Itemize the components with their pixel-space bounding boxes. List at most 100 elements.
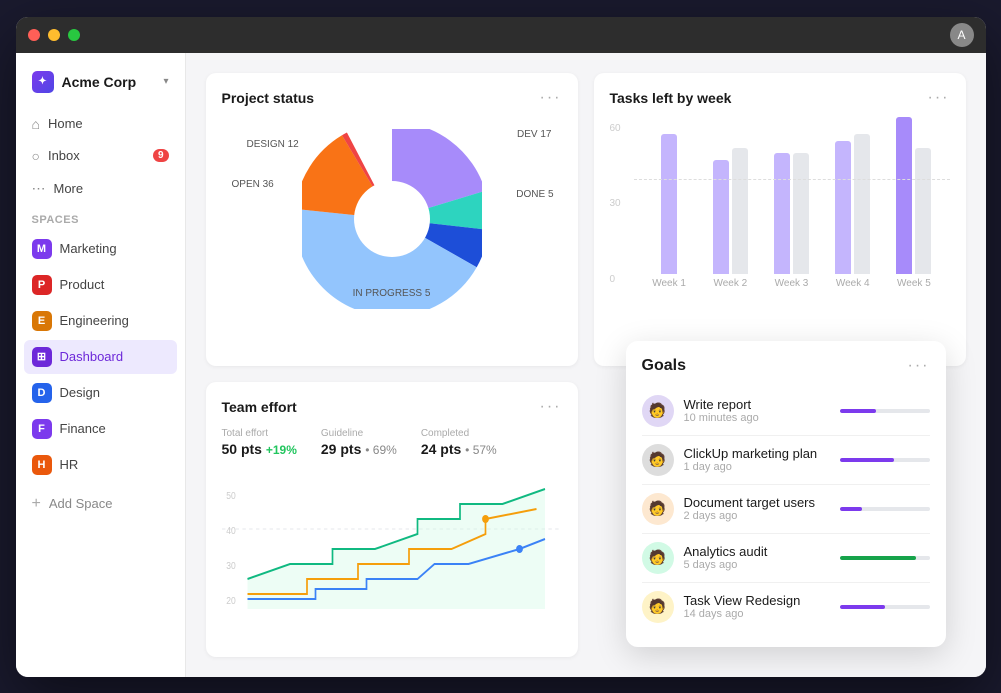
space-label: Marketing <box>60 241 117 256</box>
goal-info-2: Document target users 2 days ago <box>684 495 830 522</box>
sidebar-item-engineering[interactable]: E Engineering <box>24 304 177 338</box>
sidebar-item-product[interactable]: P Product <box>24 268 177 302</box>
project-status-title: Project status <box>222 90 315 106</box>
app-window: A ✦ Acme Corp ▾ ⌂ Home ○ Inbox 9 ⋯ More <box>16 17 986 677</box>
stat-value: 24 pts • 57% <box>421 441 497 457</box>
bar-label: Week 2 <box>713 278 747 289</box>
bars <box>713 148 748 274</box>
goals-more-button[interactable]: ··· <box>908 357 930 375</box>
sidebar-item-more[interactable]: ⋯ More <box>24 173 177 204</box>
pie-chart-container: DEV 17 DONE 5 IN PROGRESS 5 OPEN 36 DESI… <box>222 119 562 319</box>
space-icon-marketing: M <box>32 239 52 259</box>
sidebar-item-home[interactable]: ⌂ Home <box>24 109 177 139</box>
space-label: Finance <box>60 421 106 436</box>
pie-label-done: DONE 5 <box>516 189 553 200</box>
card-header: Tasks left by week ··· <box>610 89 950 107</box>
goal-progress-fill <box>840 556 917 560</box>
more-icon: ⋯ <box>32 180 46 197</box>
bar-label: Week 1 <box>652 278 686 289</box>
sidebar-item-marketing[interactable]: M Marketing <box>24 232 177 266</box>
inbox-badge: 9 <box>153 149 169 162</box>
title-bar: A <box>16 17 986 53</box>
stat-extra: +19% <box>266 443 297 457</box>
team-effort-title: Team effort <box>222 399 297 415</box>
sidebar-item-label: Home <box>48 116 83 131</box>
sidebar-item-design[interactable]: D Design <box>24 376 177 410</box>
main-content: Project status ··· <box>186 53 986 677</box>
sidebar-item-finance[interactable]: F Finance <box>24 412 177 446</box>
goal-name: Write report <box>684 397 830 412</box>
sidebar: ✦ Acme Corp ▾ ⌂ Home ○ Inbox 9 ⋯ More Sp… <box>16 53 186 677</box>
brand-name: Acme Corp <box>62 74 137 90</box>
goal-name: Task View Redesign <box>684 593 830 608</box>
team-effort-card: Team effort ··· Total effort 50 pts +19%… <box>206 382 578 657</box>
minimize-button[interactable] <box>48 29 60 41</box>
bar-label: Week 3 <box>775 278 809 289</box>
brand-button[interactable]: ✦ Acme Corp ▾ <box>24 65 177 99</box>
spaces-section-label: Spaces <box>24 206 177 230</box>
goal-progress-fill <box>840 605 885 609</box>
plus-icon: + <box>32 495 41 513</box>
svg-text:20: 20 <box>226 595 235 606</box>
goal-progress-fill <box>840 409 876 413</box>
maximize-button[interactable] <box>68 29 80 41</box>
goal-progress-bar-container <box>840 409 930 413</box>
home-icon: ⌂ <box>32 116 40 132</box>
effort-stats: Total effort 50 pts +19% Guideline 29 pt… <box>222 428 562 457</box>
bar-purple <box>835 141 851 274</box>
sidebar-item-inbox[interactable]: ○ Inbox 9 <box>24 141 177 171</box>
goal-name: ClickUp marketing plan <box>684 446 830 461</box>
avatar[interactable]: A <box>950 23 974 47</box>
pie-segments <box>327 154 457 284</box>
goals-card-header: Goals ··· <box>642 357 930 375</box>
goal-progress-fill <box>840 458 894 462</box>
stat-value: 50 pts +19% <box>222 441 297 457</box>
bar-label: Week 5 <box>897 278 931 289</box>
goal-info-0: Write report 10 minutes ago <box>684 397 830 424</box>
goal-avatar-4: 🧑 <box>642 591 674 623</box>
card-header: Team effort ··· <box>222 398 562 416</box>
bar-group-week5: Week 5 <box>886 117 941 289</box>
line-chart: 50 40 30 20 <box>222 469 562 609</box>
bars <box>835 134 870 274</box>
bar-group-week2: Week 2 <box>703 148 758 289</box>
close-button[interactable] <box>28 29 40 41</box>
goal-item-1: 🧑 ClickUp marketing plan 1 day ago <box>642 436 930 485</box>
tasks-more-button[interactable]: ··· <box>928 89 950 107</box>
space-icon-hr: H <box>32 455 52 475</box>
bar-chart: 60 30 0 Week 1 <box>610 119 950 319</box>
goal-time: 1 day ago <box>684 461 830 473</box>
y-label-30: 30 <box>610 198 621 209</box>
bar-label: Week 4 <box>836 278 870 289</box>
dashed-guideline <box>634 179 950 180</box>
card-header: Project status ··· <box>222 89 562 107</box>
stat-label: Guideline <box>321 428 397 439</box>
team-effort-more-button[interactable]: ··· <box>540 398 562 416</box>
goal-avatar-0: 🧑 <box>642 395 674 427</box>
stat-label: Total effort <box>222 428 297 439</box>
goal-progress-bar-container <box>840 605 930 609</box>
goal-progress-bar-container <box>840 556 930 560</box>
goal-time: 5 days ago <box>684 559 830 571</box>
bar-gray <box>915 148 931 274</box>
goal-name: Document target users <box>684 495 830 510</box>
space-icon-finance: F <box>32 419 52 439</box>
sidebar-item-hr[interactable]: H HR <box>24 448 177 482</box>
space-label: Engineering <box>60 313 129 328</box>
add-space-button[interactable]: + Add Space <box>24 488 177 520</box>
goal-time: 10 minutes ago <box>684 412 830 424</box>
bar-group-week3: Week 3 <box>764 153 819 289</box>
sidebar-item-dashboard[interactable]: ⊞ Dashboard <box>24 340 177 374</box>
pie-label-design: DESIGN 12 <box>247 139 299 150</box>
tasks-by-week-card: Tasks left by week ··· 60 30 0 <box>594 73 966 367</box>
goal-name: Analytics audit <box>684 544 830 559</box>
project-status-more-button[interactable]: ··· <box>540 89 562 107</box>
pie-label-dev: DEV 17 <box>517 129 551 140</box>
goals-title: Goals <box>642 357 686 375</box>
goal-info-3: Analytics audit 5 days ago <box>684 544 830 571</box>
goal-item-3: 🧑 Analytics audit 5 days ago <box>642 534 930 583</box>
bar-purple <box>661 134 677 274</box>
goal-time: 14 days ago <box>684 608 830 620</box>
effort-stat-guideline: Guideline 29 pts • 69% <box>321 428 397 457</box>
goal-item-4: 🧑 Task View Redesign 14 days ago <box>642 583 930 631</box>
